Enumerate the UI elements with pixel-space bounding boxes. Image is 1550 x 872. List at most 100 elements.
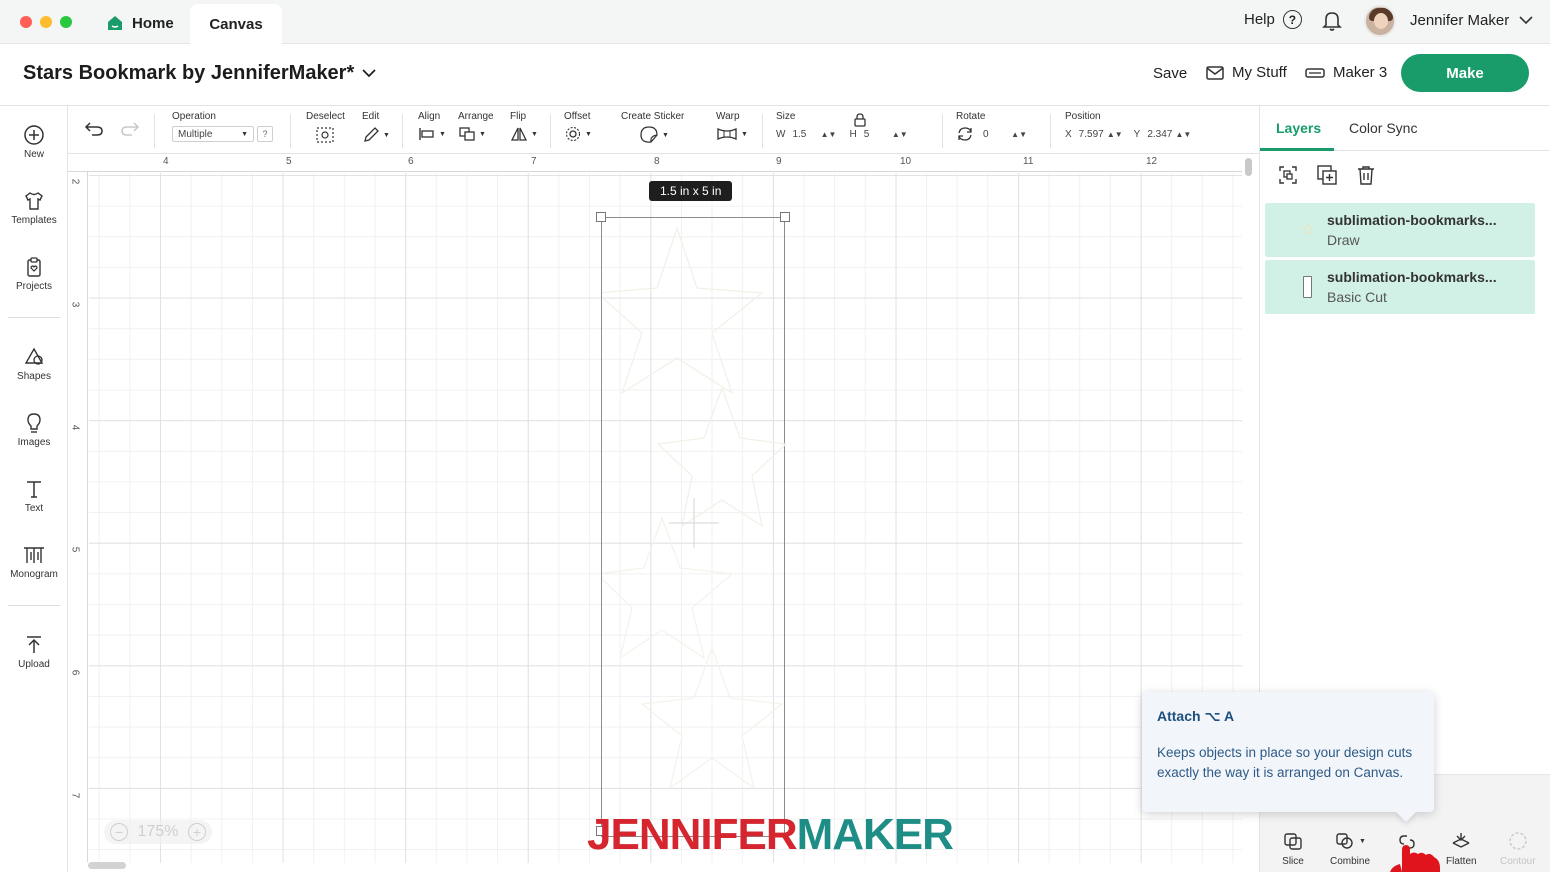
my-stuff-button[interactable]: My Stuff bbox=[1206, 64, 1287, 81]
jennifermaker-watermark: JENNIFERMAKER bbox=[587, 810, 954, 860]
flip-button[interactable]: Flip ▼ bbox=[510, 111, 538, 142]
layer-thumbnail-cut bbox=[1303, 276, 1312, 298]
align-left-icon bbox=[419, 128, 434, 140]
duplicate-button[interactable] bbox=[1316, 164, 1338, 186]
y-position-input[interactable]: 2.347 ▲▼ bbox=[1144, 126, 1194, 142]
sidebar-item-images[interactable]: Images bbox=[0, 412, 68, 448]
tab-home[interactable]: Home bbox=[100, 8, 180, 38]
tooltip-title: Attach ⌥ A bbox=[1157, 708, 1235, 724]
zoom-in-button[interactable]: + bbox=[187, 823, 206, 841]
sidebar-item-upload[interactable]: Upload bbox=[0, 634, 68, 670]
window-zoom-button[interactable] bbox=[60, 16, 72, 28]
group-button[interactable] bbox=[1277, 164, 1299, 186]
arrange-icon bbox=[459, 127, 475, 141]
caret-down-icon: ▼ bbox=[585, 130, 592, 138]
sidebar-item-new[interactable]: New bbox=[0, 124, 68, 160]
tab-layers[interactable]: Layers bbox=[1276, 120, 1321, 136]
zoom-level: 175% bbox=[137, 823, 179, 840]
caret-down-icon: ▼ bbox=[531, 130, 538, 138]
tab-color-sync[interactable]: Color Sync bbox=[1349, 120, 1417, 136]
resize-handle-top-right[interactable] bbox=[780, 212, 790, 222]
sidebar-item-text[interactable]: Text bbox=[0, 478, 68, 514]
layer-operation: Basic Cut bbox=[1327, 289, 1387, 305]
ruler-tick-label: 2 bbox=[69, 178, 81, 185]
sidebar-item-label: New bbox=[23, 149, 44, 160]
sidebar-item-monogram[interactable]: Monogram bbox=[0, 544, 68, 580]
undo-icon bbox=[84, 122, 103, 136]
clipboard-heart-icon bbox=[27, 257, 41, 277]
user-name: Jennifer Maker bbox=[1410, 12, 1510, 29]
create-sticker-button[interactable]: Create Sticker ▼ bbox=[621, 111, 684, 144]
layer-row[interactable]: sublimation-bookmarks... Draw bbox=[1265, 203, 1535, 257]
operation-label: Operation bbox=[172, 111, 216, 122]
bookmark-design-selection[interactable] bbox=[601, 217, 786, 837]
combine-icon bbox=[1336, 833, 1353, 849]
delete-button[interactable] bbox=[1355, 164, 1377, 186]
make-button[interactable]: Make bbox=[1401, 54, 1529, 92]
avatar[interactable] bbox=[1364, 5, 1396, 37]
combine-button[interactable]: ▼ Combine bbox=[1330, 831, 1370, 867]
x-position-input[interactable]: 7.597 ▲▼ bbox=[1076, 126, 1126, 142]
warp-icon bbox=[717, 128, 737, 140]
offset-button[interactable]: Offset ▼ bbox=[564, 111, 592, 142]
chevron-down-icon bbox=[1519, 16, 1533, 25]
x-label: X bbox=[1065, 128, 1072, 140]
align-button[interactable]: Align ▼ bbox=[418, 111, 446, 142]
duplicate-icon bbox=[1317, 165, 1337, 185]
sidebar-item-projects[interactable]: Projects bbox=[0, 256, 68, 292]
rotate-value: 0 bbox=[983, 128, 989, 140]
width-value: 1.5 bbox=[792, 128, 807, 140]
edit-toolbar: Operation Multiple ▼ ? Deselect Edit ▼ A… bbox=[68, 106, 1259, 154]
ruler-tick-label: 5 bbox=[69, 546, 81, 553]
project-title-dropdown[interactable]: Stars Bookmark by JenniferMaker* bbox=[23, 62, 376, 85]
lock-aspect-button[interactable] bbox=[854, 113, 866, 132]
operation-select[interactable]: Multiple ▼ bbox=[172, 126, 254, 142]
save-button[interactable]: Save bbox=[1153, 65, 1187, 82]
combine-label: Combine bbox=[1330, 856, 1371, 867]
edit-button[interactable]: Edit ▼ bbox=[362, 111, 390, 144]
help-button[interactable]: Help ? bbox=[1244, 10, 1302, 29]
ruler-tick-label: 4 bbox=[163, 156, 169, 167]
redo-button[interactable] bbox=[120, 121, 140, 142]
caret-down-icon: ▼ bbox=[383, 131, 390, 139]
slice-label: Slice bbox=[1282, 856, 1304, 867]
envelope-tray-icon bbox=[1206, 65, 1224, 80]
notifications-button[interactable] bbox=[1322, 10, 1342, 37]
sidebar-item-templates[interactable]: Templates bbox=[0, 190, 68, 226]
deselect-icon bbox=[316, 127, 335, 143]
tab-canvas-label: Canvas bbox=[209, 15, 263, 33]
arrange-button[interactable]: Arrange ▼ bbox=[458, 111, 494, 142]
chevron-down-icon bbox=[362, 69, 376, 78]
warp-button[interactable]: Warp ▼ bbox=[716, 111, 748, 142]
slice-button[interactable]: Slice bbox=[1282, 831, 1304, 867]
ruler-tick-label: 6 bbox=[69, 669, 81, 676]
plus-circle-icon bbox=[24, 125, 44, 145]
layer-row[interactable]: sublimation-bookmarks... Basic Cut bbox=[1265, 260, 1535, 314]
zoom-out-button[interactable]: − bbox=[110, 823, 128, 841]
width-input[interactable]: 1.5 ▲▼ bbox=[789, 126, 839, 142]
title-bar: Home Canvas Help ? Jennifer Maker bbox=[0, 0, 1550, 44]
horizontal-scrollbar[interactable] bbox=[88, 862, 126, 869]
tab-canvas[interactable]: Canvas bbox=[190, 4, 282, 44]
operation-value: Multiple bbox=[178, 128, 213, 140]
undo-button[interactable] bbox=[84, 121, 104, 142]
y-label: Y bbox=[1133, 128, 1141, 140]
deselect-button[interactable]: Deselect bbox=[306, 111, 345, 144]
rotate-input[interactable]: 0 ▲▼ bbox=[980, 126, 1030, 142]
user-menu[interactable]: Jennifer Maker bbox=[1410, 12, 1533, 29]
contour-button[interactable]: Contour bbox=[1500, 831, 1536, 867]
window-close-button[interactable] bbox=[20, 16, 32, 28]
height-input[interactable]: 5 ▲▼ bbox=[861, 126, 911, 142]
operation-control: Operation Multiple ▼ ? bbox=[172, 111, 273, 142]
layer-operation: Draw bbox=[1327, 232, 1360, 248]
window-minimize-button[interactable] bbox=[40, 16, 52, 28]
resize-handle-top-left[interactable] bbox=[596, 212, 606, 222]
flip-icon bbox=[510, 127, 528, 141]
operation-help-button[interactable]: ? bbox=[257, 126, 273, 142]
machine-selector[interactable]: Maker 3 bbox=[1305, 64, 1387, 81]
vertical-scrollbar[interactable] bbox=[1245, 158, 1252, 176]
flatten-button[interactable]: Flatten bbox=[1446, 831, 1477, 867]
size-label: Size bbox=[776, 111, 796, 122]
sidebar-item-shapes[interactable]: Shapes bbox=[0, 346, 68, 382]
my-stuff-label: My Stuff bbox=[1232, 64, 1287, 81]
